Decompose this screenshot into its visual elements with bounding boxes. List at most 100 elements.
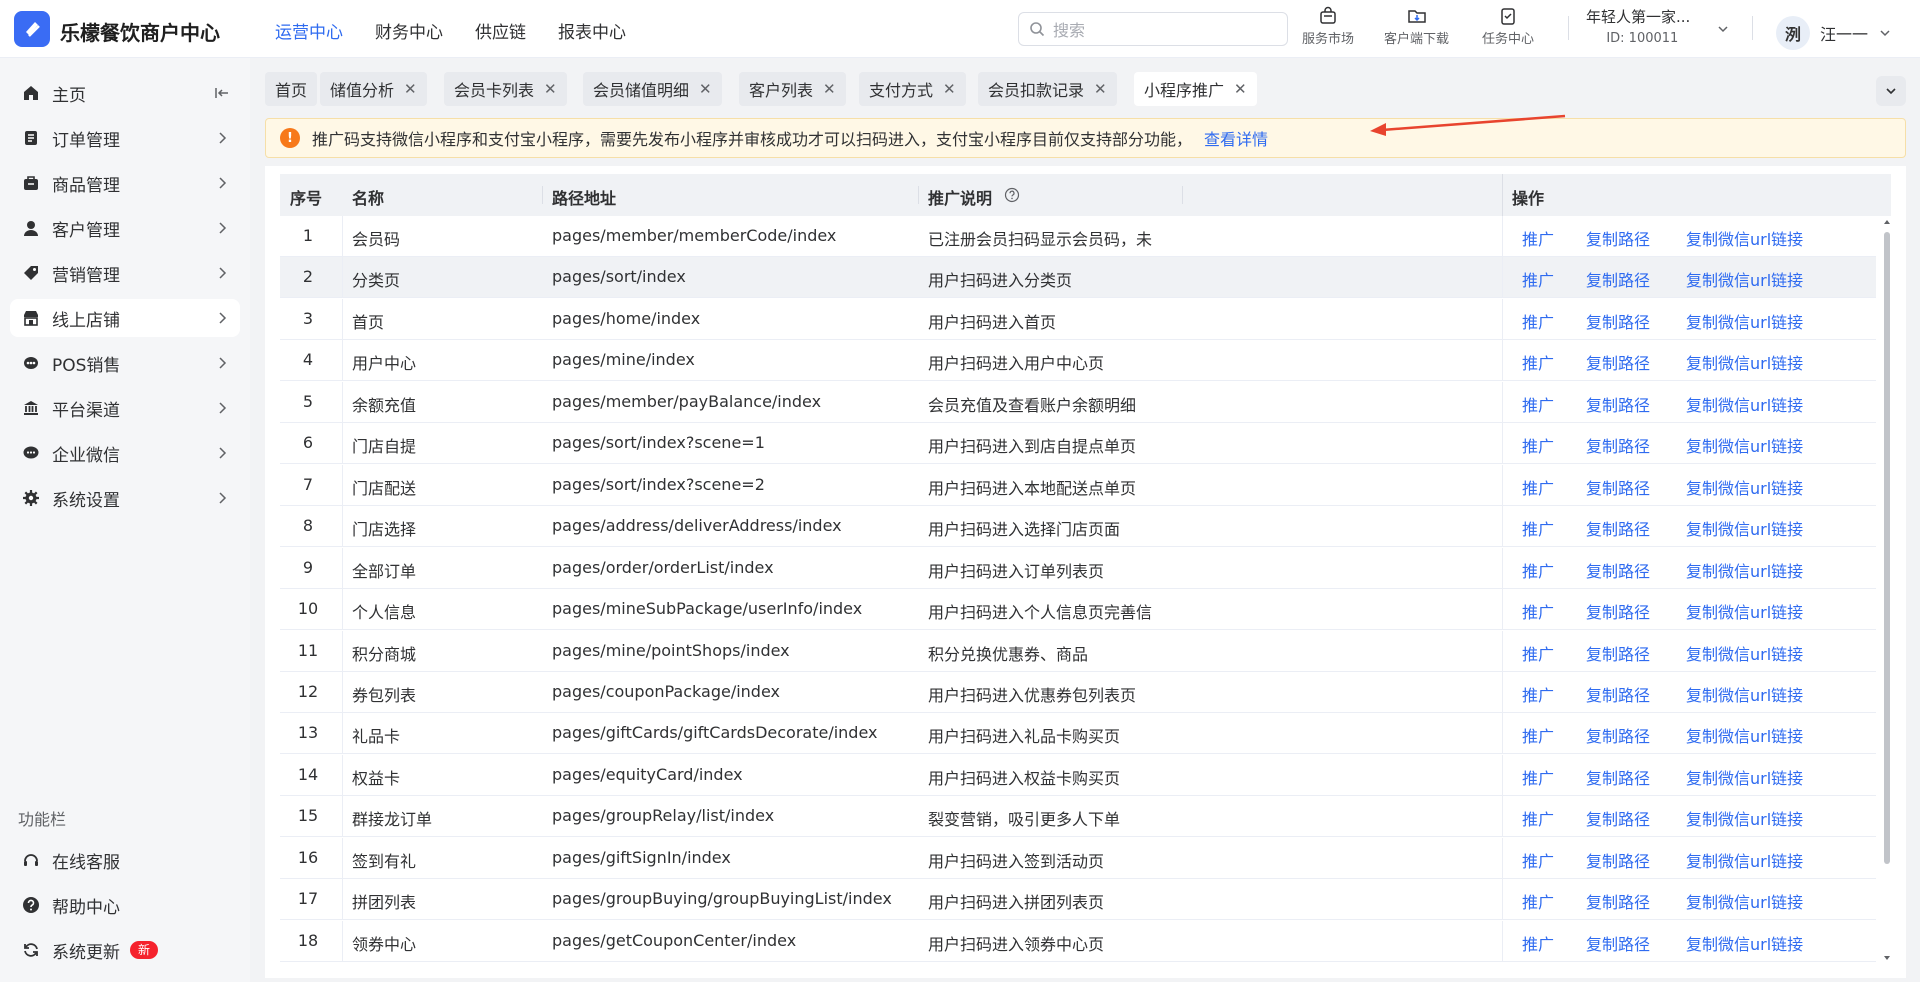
topnav-operations[interactable]: 运营中心 [275, 18, 343, 43]
copy-wechat-url-link[interactable]: 复制微信url链接 [1686, 641, 1803, 665]
promote-link[interactable]: 推广 [1522, 599, 1554, 623]
copy-path-link[interactable]: 复制路径 [1586, 682, 1650, 706]
copy-path-link[interactable]: 复制路径 [1586, 558, 1650, 582]
copy-wechat-url-link[interactable]: 复制微信url链接 [1686, 392, 1803, 416]
copy-wechat-url-link[interactable]: 复制微信url链接 [1686, 599, 1803, 623]
copy-path-link[interactable]: 复制路径 [1586, 889, 1650, 913]
sidebar-item-settings[interactable]: 系统设置 [10, 479, 240, 517]
scrollbar-thumb[interactable] [1884, 232, 1890, 864]
promote-link[interactable]: 推广 [1522, 848, 1554, 872]
close-icon[interactable]: ✕ [943, 80, 956, 98]
promote-link[interactable]: 推广 [1522, 765, 1554, 789]
copy-wechat-url-link[interactable]: 复制微信url链接 [1686, 516, 1803, 540]
service-market-button[interactable]: 服务市场 [1302, 6, 1354, 47]
task-center-button[interactable]: 任务中心 [1482, 6, 1534, 47]
sidebar-item-products[interactable]: 商品管理 [10, 164, 240, 202]
copy-wechat-url-link[interactable]: 复制微信url链接 [1686, 433, 1803, 457]
copy-wechat-url-link[interactable]: 复制微信url链接 [1686, 931, 1803, 955]
copy-wechat-url-link[interactable]: 复制微信url链接 [1686, 889, 1803, 913]
table-row[interactable]: 2 分类页 pages/sort/index 用户扫码进入分类页 推广 复制路径 复制微信u… [280, 257, 1876, 299]
copy-path-link[interactable]: 复制路径 [1586, 309, 1650, 333]
close-icon[interactable]: ✕ [1234, 80, 1247, 98]
close-icon[interactable]: ✕ [699, 80, 712, 98]
table-scrollbar[interactable] [1883, 218, 1891, 962]
table-row[interactable]: 4 用户中心 pages/mine/index 用户扫码进入用户中心页 推广 复制路径 复制… [280, 340, 1876, 382]
table-row[interactable]: 9 全部订单 pages/order/orderList/index 用户扫码进入订单… [280, 547, 1876, 589]
copy-path-link[interactable]: 复制路径 [1586, 226, 1650, 250]
copy-wechat-url-link[interactable]: 复制微信url链接 [1686, 309, 1803, 333]
tab-stored-value-analysis[interactable]: 储值分析 ✕ [320, 72, 427, 106]
promote-link[interactable]: 推广 [1522, 433, 1554, 457]
tab-home[interactable]: 首页 [265, 72, 318, 106]
brand-logo-icon[interactable] [14, 11, 50, 47]
table-row[interactable]: 18 领券中心 pages/getCouponCenter/index 用户扫码进入领… [280, 920, 1876, 962]
shop-selector[interactable]: 年轻人第一家... ID: 100011 [1586, 6, 1728, 46]
sidebar-item-help[interactable]: 帮助中心 [10, 886, 240, 924]
copy-path-link[interactable]: 复制路径 [1586, 433, 1650, 457]
copy-path-link[interactable]: 复制路径 [1586, 765, 1650, 789]
tab-customer-list[interactable]: 客户列表 ✕ [739, 72, 846, 106]
close-icon[interactable]: ✕ [404, 80, 417, 98]
table-row[interactable]: 13 礼品卡 pages/giftCards/giftCardsDecorate/i… [280, 713, 1876, 755]
sidebar-item-channels[interactable]: 平台渠道 [10, 389, 240, 427]
sidebar-item-customers[interactable]: 客户管理 [10, 209, 240, 247]
sidebar-item-pos[interactable]: POS销售 [10, 344, 240, 382]
table-row[interactable]: 10 个人信息 pages/mineSubPackage/userInfo/inde… [280, 589, 1876, 631]
copy-wechat-url-link[interactable]: 复制微信url链接 [1686, 765, 1803, 789]
table-row[interactable]: 17 拼团列表 pages/groupBuying/groupBuyingList/… [280, 879, 1876, 921]
copy-wechat-url-link[interactable]: 复制微信url链接 [1686, 806, 1803, 830]
table-row[interactable]: 3 首页 pages/home/index 用户扫码进入首页 推广 复制路径 复制微信url… [280, 298, 1876, 340]
topnav-finance[interactable]: 财务中心 [375, 18, 443, 43]
promote-link[interactable]: 推广 [1522, 350, 1554, 374]
scroll-up-icon[interactable] [1883, 218, 1891, 226]
column-resizer[interactable] [918, 186, 919, 204]
close-icon[interactable]: ✕ [1094, 80, 1107, 98]
sidebar-item-orders[interactable]: 订单管理 [10, 119, 240, 157]
tab-mini-program-promotion[interactable]: 小程序推广 ✕ [1134, 72, 1257, 106]
promote-link[interactable]: 推广 [1522, 931, 1554, 955]
table-row[interactable]: 6 门店自提 pages/sort/index?scene=1 用户扫码进入到店自提点… [280, 423, 1876, 465]
copy-wechat-url-link[interactable]: 复制微信url链接 [1686, 267, 1803, 291]
sidebar-item-wecom[interactable]: 企业微信 [10, 434, 240, 472]
promote-link[interactable]: 推广 [1522, 516, 1554, 540]
copy-wechat-url-link[interactable]: 复制微信url链接 [1686, 558, 1803, 582]
tabs-more-button[interactable] [1876, 76, 1906, 106]
copy-path-link[interactable]: 复制路径 [1586, 475, 1650, 499]
table-row[interactable]: 11 积分商城 pages/mine/pointShops/index 积分兑换优惠券… [280, 630, 1876, 672]
promote-link[interactable]: 推广 [1522, 889, 1554, 913]
tab-member-deduction-records[interactable]: 会员扣款记录 ✕ [978, 72, 1117, 106]
collapse-sidebar-icon[interactable] [214, 85, 230, 101]
copy-path-link[interactable]: 复制路径 [1586, 641, 1650, 665]
table-row[interactable]: 14 权益卡 pages/equityCard/index 用户扫码进入权益卡购买页 推… [280, 754, 1876, 796]
table-row[interactable]: 15 群接龙订单 pages/groupRelay/list/index 裂变营销，吸… [280, 796, 1876, 838]
sidebar-item-system-update[interactable]: 系统更新 新 [10, 931, 240, 969]
topnav-supply-chain[interactable]: 供应链 [475, 18, 526, 43]
copy-path-link[interactable]: 复制路径 [1586, 516, 1650, 540]
copy-wechat-url-link[interactable]: 复制微信url链接 [1686, 723, 1803, 747]
copy-wechat-url-link[interactable]: 复制微信url链接 [1686, 226, 1803, 250]
close-icon[interactable]: ✕ [544, 80, 557, 98]
topnav-reports[interactable]: 报表中心 [558, 18, 626, 43]
sidebar-item-online-service[interactable]: 在线客服 [10, 841, 240, 879]
copy-path-link[interactable]: 复制路径 [1586, 806, 1650, 830]
tab-member-stored-value-details[interactable]: 会员储值明细 ✕ [583, 72, 722, 106]
promote-link[interactable]: 推广 [1522, 641, 1554, 665]
table-row[interactable]: 12 券包列表 pages/couponPackage/index 用户扫码进入优惠券… [280, 671, 1876, 713]
sidebar-item-home[interactable]: 主页 [10, 74, 240, 112]
table-row[interactable]: 7 门店配送 pages/sort/index?scene=2 用户扫码进入本地配送点… [280, 464, 1876, 506]
table-row[interactable]: 8 门店选择 pages/address/deliverAddress/index 用… [280, 506, 1876, 548]
table-row[interactable]: 5 余额充值 pages/member/payBalance/index 会员充值及查… [280, 381, 1876, 423]
copy-path-link[interactable]: 复制路径 [1586, 267, 1650, 291]
copy-path-link[interactable]: 复制路径 [1586, 848, 1650, 872]
column-resizer[interactable] [542, 186, 543, 204]
sidebar-item-marketing[interactable]: 营销管理 [10, 254, 240, 292]
copy-wechat-url-link[interactable]: 复制微信url链接 [1686, 682, 1803, 706]
promote-link[interactable]: 推广 [1522, 267, 1554, 291]
sidebar-item-online-store[interactable]: 线上店铺 [10, 299, 240, 337]
tab-membership-card-list[interactable]: 会员卡列表 ✕ [444, 72, 567, 106]
promote-link[interactable]: 推广 [1522, 309, 1554, 333]
copy-path-link[interactable]: 复制路径 [1586, 392, 1650, 416]
brand-name[interactable]: 乐檬餐饮商户中心 [60, 17, 220, 46]
promote-link[interactable]: 推广 [1522, 723, 1554, 747]
client-download-button[interactable]: 客户端下载 [1384, 6, 1449, 47]
